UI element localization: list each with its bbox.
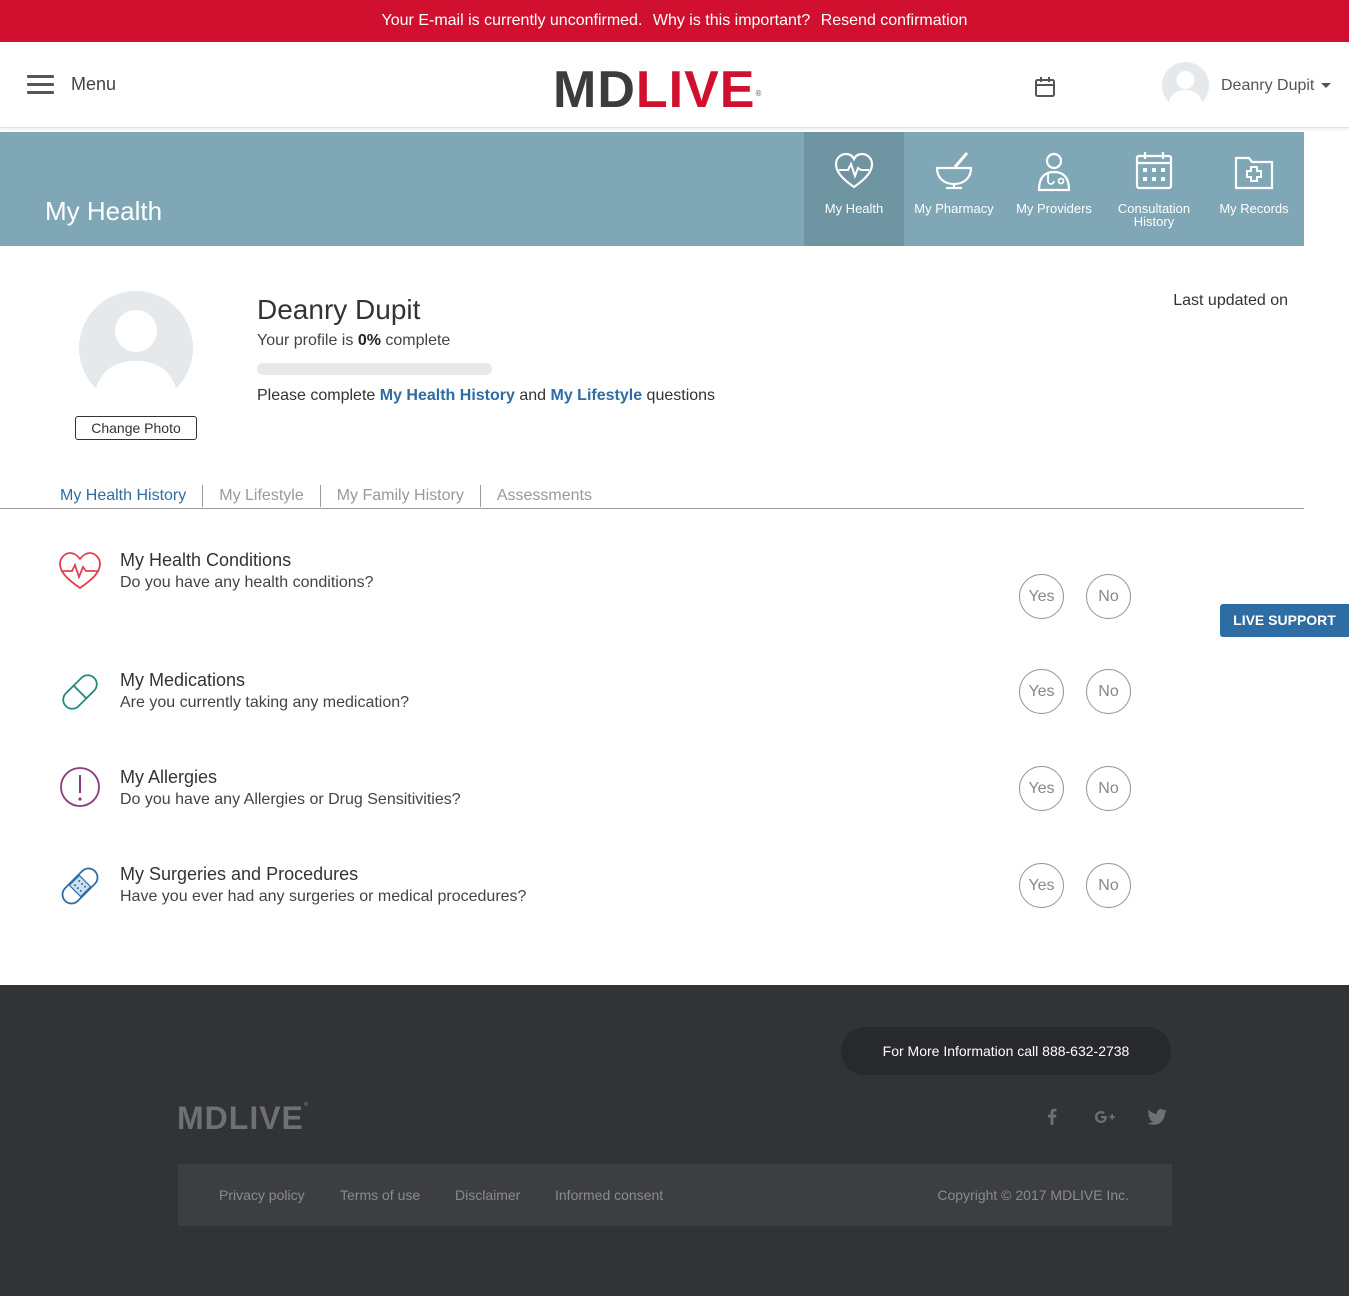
condition-question: Are you currently taking any medication? — [120, 694, 410, 711]
chevron-down-icon — [1321, 83, 1332, 88]
nav-tile-consultation-history[interactable]: Consultation History — [1104, 132, 1204, 246]
tab-my-health-history[interactable]: My Health History — [44, 485, 204, 507]
privacy-policy-link[interactable]: Privacy policy — [219, 1187, 305, 1203]
profile-prompt: Please complete My Health History and My… — [257, 387, 716, 404]
heart-pulse-icon — [59, 552, 101, 590]
menu-label: Menu — [71, 74, 117, 94]
health-conditions-yes-button[interactable]: Yes — [1019, 574, 1064, 619]
medications-yes-button[interactable]: Yes — [1019, 669, 1064, 714]
user-silhouette-icon — [94, 310, 178, 405]
avatar — [1162, 62, 1209, 109]
profile-completion-text: Your profile is 0% complete — [257, 332, 451, 349]
my-health-history-link[interactable]: My Health History — [380, 387, 515, 404]
footer-logo: MDLIVE® — [177, 1100, 310, 1136]
condition-question: Do you have any health conditions? — [120, 574, 374, 591]
exclamation-icon — [60, 767, 100, 807]
tab-my-family-history[interactable]: My Family History — [321, 485, 481, 507]
tab-my-lifestyle[interactable]: My Lifestyle — [203, 485, 321, 507]
last-updated: Last updated on — [1173, 292, 1288, 309]
google-plus-icon[interactable] — [1093, 1105, 1117, 1129]
tab-assessments[interactable]: Assessments — [481, 485, 608, 507]
condition-title: My Medications — [120, 670, 246, 690]
bandage-icon — [61, 867, 99, 905]
allergies-no-button[interactable]: No — [1086, 766, 1131, 811]
change-photo-button[interactable]: Change Photo — [75, 416, 197, 440]
section-band: My Health My Health My Pharmacy My Provi… — [0, 132, 1304, 246]
calendar-icon[interactable] — [1034, 76, 1056, 98]
mortar-pestle-icon — [935, 152, 973, 190]
disclaimer-link[interactable]: Disclaimer — [455, 1187, 520, 1203]
user-name: Deanry Dupit — [1221, 76, 1315, 94]
alert-message: Your E-mail is currently unconfirmed. — [381, 12, 643, 29]
allergies-yes-button[interactable]: Yes — [1019, 766, 1064, 811]
informed-consent-link[interactable]: Informed consent — [555, 1187, 663, 1203]
medications-no-button[interactable]: No — [1086, 669, 1131, 714]
live-support-button[interactable]: LIVE SUPPORT — [1220, 604, 1349, 637]
why-important-link[interactable]: Why is this important? — [653, 12, 810, 29]
footer: For More Information call 888-632-2738 M… — [0, 985, 1349, 1296]
my-lifestyle-link[interactable]: My Lifestyle — [551, 387, 643, 404]
heart-pulse-icon — [834, 152, 874, 189]
calendar-grid-icon — [1135, 152, 1173, 190]
surgeries-no-button[interactable]: No — [1086, 863, 1131, 908]
page-title: My Health — [45, 196, 163, 226]
surgeries-yes-button[interactable]: Yes — [1019, 863, 1064, 908]
condition-title: My Allergies — [120, 767, 218, 787]
profile-name: Deanry Dupit — [257, 294, 421, 325]
health-conditions-no-button[interactable]: No — [1086, 574, 1131, 619]
pill-icon — [62, 674, 98, 710]
completion-percent: 0% — [357, 332, 381, 349]
facebook-icon[interactable] — [1040, 1105, 1064, 1129]
twitter-icon[interactable] — [1145, 1105, 1169, 1129]
profile-avatar — [79, 291, 193, 405]
menu-button[interactable]: Menu — [27, 74, 116, 95]
terms-of-use-link[interactable]: Terms of use — [340, 1187, 420, 1203]
health-tabs: My Health History My Lifestyle My Family… — [0, 485, 1304, 509]
user-silhouette-icon — [1168, 71, 1203, 109]
footer-links-bar: Privacy policy Terms of use Disclaimer I… — [178, 1164, 1172, 1226]
mdlive-logo[interactable]: MDLIVE® — [553, 64, 762, 116]
user-menu[interactable]: Deanry Dupit — [1162, 62, 1332, 109]
condition-question: Have you ever had any surgeries or medic… — [120, 888, 527, 905]
copyright: Copyright © 2017 MDLIVE Inc. — [937, 1187, 1129, 1203]
nav-tile-my-records[interactable]: My Records — [1204, 132, 1304, 246]
nav-tile-my-providers[interactable]: My Providers — [1004, 132, 1104, 246]
resend-confirmation-link[interactable]: Resend confirmation — [821, 12, 968, 29]
medical-folder-icon — [1234, 156, 1274, 190]
nav-tile-my-health[interactable]: My Health — [804, 132, 904, 246]
condition-title: My Surgeries and Procedures — [120, 864, 359, 884]
section-nav: My Health My Pharmacy My Providers Consu… — [804, 132, 1304, 246]
doctor-icon — [1037, 152, 1071, 192]
hamburger-icon — [27, 75, 54, 94]
profile-progress-bar — [257, 363, 492, 375]
top-header: Menu MDLIVE® Deanry Dupit — [0, 42, 1349, 128]
email-unconfirmed-alert: Your E-mail is currently unconfirmed. Wh… — [0, 0, 1349, 42]
condition-title: My Health Conditions — [120, 550, 292, 570]
phone-info[interactable]: For More Information call 888-632-2738 — [841, 1027, 1171, 1075]
condition-question: Do you have any Allergies or Drug Sensit… — [120, 791, 461, 808]
nav-tile-my-pharmacy[interactable]: My Pharmacy — [904, 132, 1004, 246]
